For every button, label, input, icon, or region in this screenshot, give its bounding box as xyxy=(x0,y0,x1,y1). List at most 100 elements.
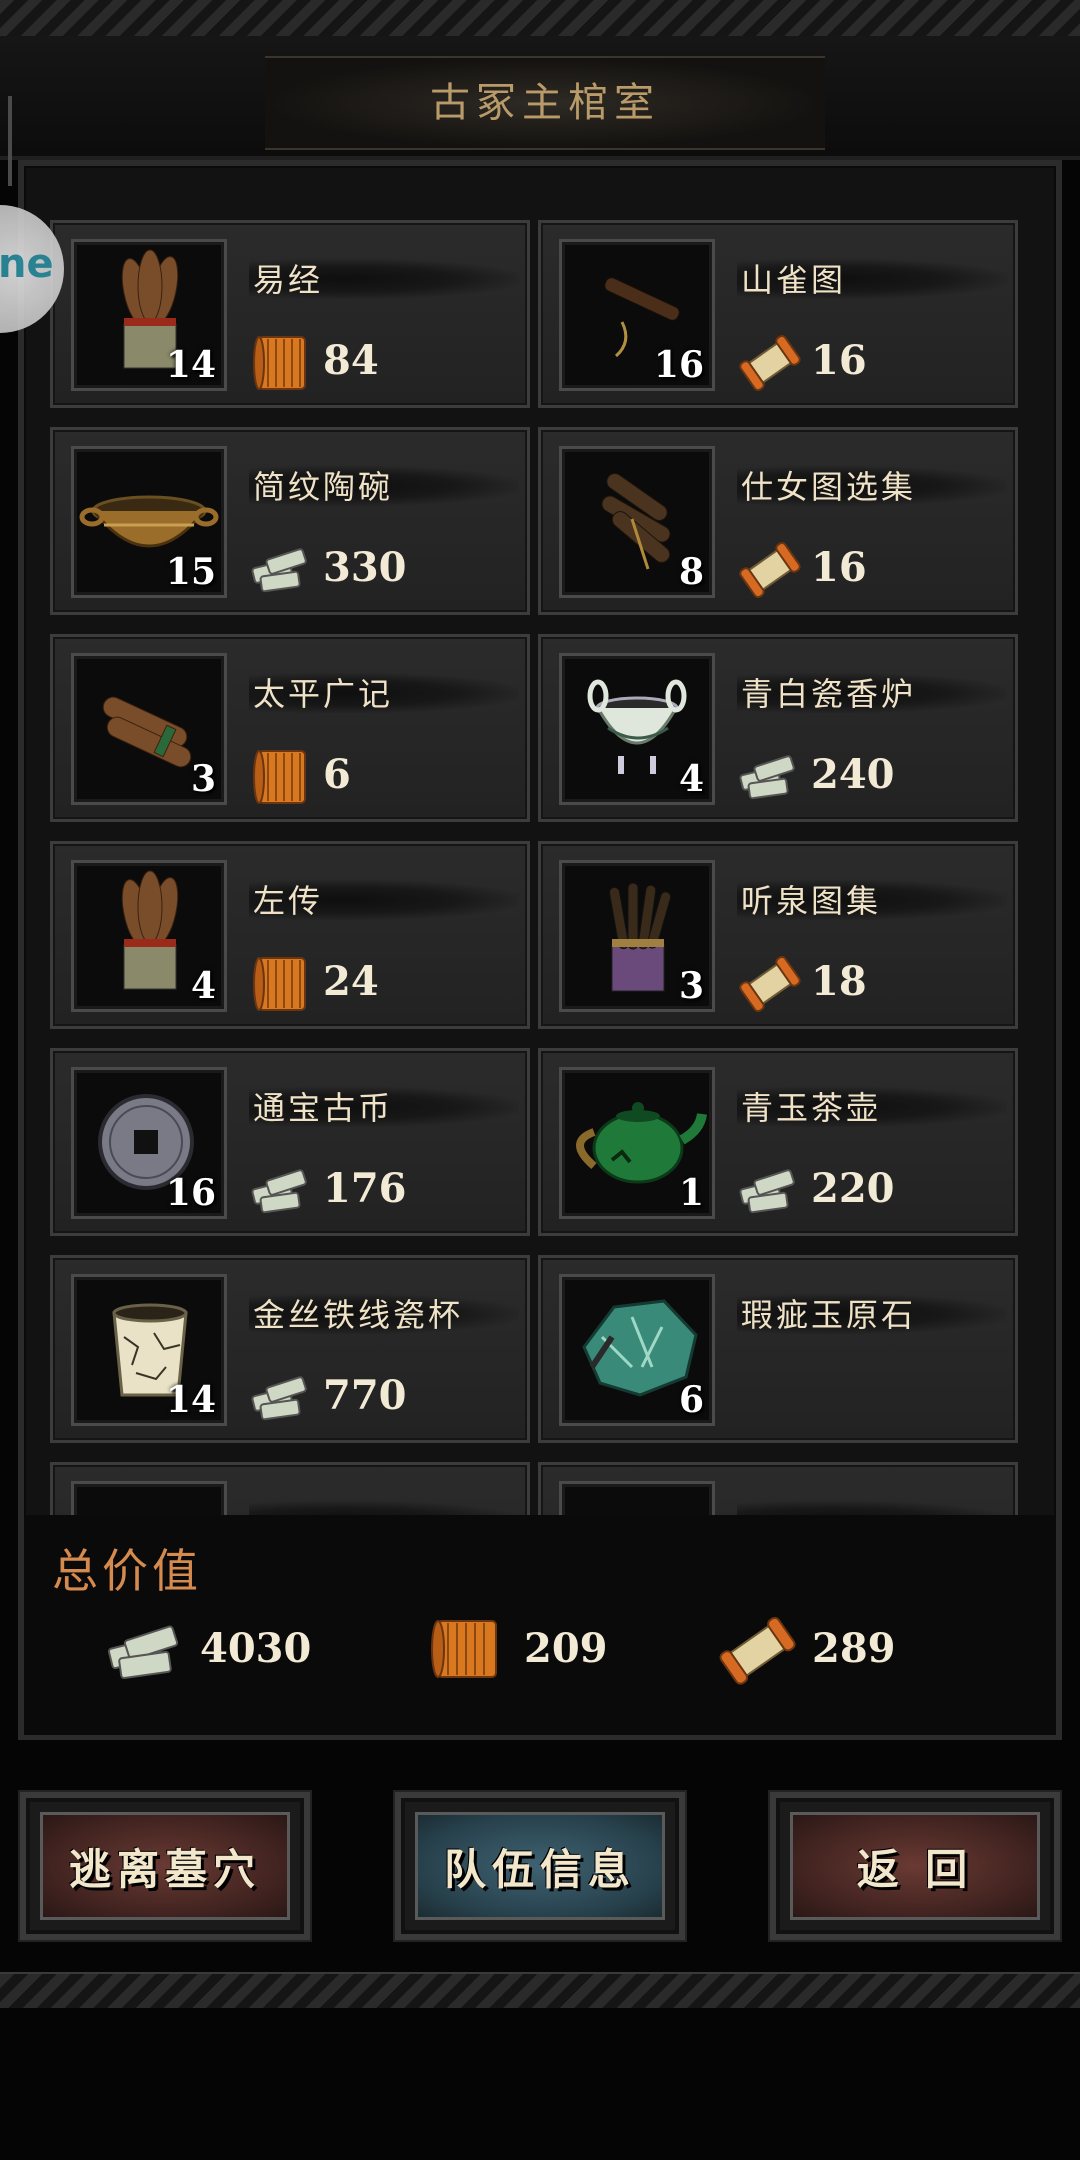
item-thumbnail: 14 xyxy=(71,1274,227,1426)
item-count: 4 xyxy=(190,965,216,1007)
item-card[interactable]: 14 金丝铁线瓷杯 770 xyxy=(50,1255,530,1443)
total-bamboo-value: 209 xyxy=(524,1625,608,1672)
item-name: 简纹陶碗 xyxy=(253,468,394,506)
bamboo-slip-icon xyxy=(249,954,315,1014)
back-button[interactable]: 返 回 xyxy=(770,1792,1060,1940)
item-name-area: 山雀图 xyxy=(737,253,1007,303)
item-thumbnail: 6 xyxy=(559,1274,715,1426)
item-card[interactable]: 3 太平广记 6 xyxy=(50,634,530,822)
paper-scroll-icon xyxy=(737,954,803,1014)
item-value-number: 24 xyxy=(323,958,379,1005)
item-count: 6 xyxy=(678,1379,704,1421)
paper-scroll-icon xyxy=(737,333,803,393)
item-card[interactable]: 16 山雀图 16 xyxy=(538,220,1018,408)
back-label: 返 回 xyxy=(790,1812,1040,1920)
bamboo-slip-icon xyxy=(249,747,315,807)
team-info-label: 队伍信息 xyxy=(415,1812,665,1920)
item-card[interactable]: 3 听泉图集 18 xyxy=(538,841,1018,1029)
item-thumbnail: 14 xyxy=(71,239,227,391)
item-thumbnail: 16 xyxy=(71,1067,227,1219)
item-count: 3 xyxy=(190,758,216,800)
item-card[interactable]: 1 青玉茶壶 220 xyxy=(538,1048,1018,1236)
bottom-decorative-border xyxy=(0,1972,1080,2008)
item-name: 青玉茶壶 xyxy=(741,1089,882,1127)
page-title: 古冢主棺室 xyxy=(265,56,825,150)
left-rail xyxy=(8,96,12,186)
silver-ingot-icon xyxy=(249,540,315,600)
silver-ingot-icon xyxy=(737,747,803,807)
team-info-button[interactable]: 队伍信息 xyxy=(395,1792,685,1940)
item-name-area: 瑕疵玉原石 xyxy=(737,1288,1007,1338)
item-name-area: 易经 xyxy=(249,253,519,303)
item-value-number: 16 xyxy=(811,337,867,384)
item-name-area: 简纹陶碗 xyxy=(249,460,519,510)
item-thumbnail: 3 xyxy=(71,653,227,805)
loot-grid[interactable]: 14 易经 84 16 山雀图 16 15 简纹陶碗 330 8 仕女图选集 16 3 太平广记 6 4 青白瓷… xyxy=(50,220,1020,1515)
item-thumbnail: 1 xyxy=(559,1067,715,1219)
silver-ingot-icon xyxy=(737,1161,803,1221)
item-name-area: 左传 xyxy=(249,874,519,924)
item-count: 16 xyxy=(165,1172,216,1214)
item-value-number: 84 xyxy=(323,337,379,384)
item-name: 金丝铁线瓷杯 xyxy=(253,1296,464,1334)
item-name-area: 青白瓷香炉 xyxy=(737,667,1007,717)
silver-ingot-icon xyxy=(249,1161,315,1221)
item-count: 14 xyxy=(165,344,216,386)
item-name-area xyxy=(737,1495,1007,1515)
item-name-area xyxy=(249,1495,519,1515)
item-card[interactable]: 4 青白瓷香炉 240 xyxy=(538,634,1018,822)
item-value-number: 330 xyxy=(323,544,407,591)
item-value-number: 770 xyxy=(323,1372,407,1419)
paper-scroll-icon xyxy=(719,1616,796,1685)
paper-scroll-icon xyxy=(737,540,803,600)
item-thumbnail: 16 xyxy=(559,239,715,391)
item-card[interactable]: 15 简纹陶碗 330 xyxy=(50,427,530,615)
item-name-area: 青玉茶壶 xyxy=(737,1081,1007,1131)
item-card[interactable]: 16 通宝古币 176 xyxy=(50,1048,530,1236)
item-card[interactable]: 4 左传 24 xyxy=(50,841,530,1029)
item-card[interactable] xyxy=(50,1462,530,1515)
ink-brush-decoration xyxy=(249,1501,519,1515)
top-decorative-border xyxy=(0,0,1080,38)
item-value-number: 176 xyxy=(323,1165,407,1212)
item-value-number: 220 xyxy=(811,1165,895,1212)
silver-ingot-icon xyxy=(249,1368,315,1428)
item-card[interactable]: 14 易经 84 xyxy=(50,220,530,408)
item-value-number: 240 xyxy=(811,751,895,798)
item-thumbnail: 15 xyxy=(71,446,227,598)
total-value-section: 总价值 4030 209 289 xyxy=(24,1515,1056,1735)
item-value-number: 18 xyxy=(811,958,867,1005)
item-name-area: 听泉图集 xyxy=(737,874,1007,924)
item-card[interactable]: 6 瑕疵玉原石 xyxy=(538,1255,1018,1443)
escape-tomb-button[interactable]: 逃离墓穴 xyxy=(20,1792,310,1940)
item-name: 通宝古币 xyxy=(253,1089,394,1127)
item-card[interactable]: 8 仕女图选集 16 xyxy=(538,427,1018,615)
item-count: 4 xyxy=(678,758,704,800)
bamboo-slip-icon xyxy=(431,1620,497,1678)
floating-badge-text: ne xyxy=(0,241,54,287)
total-paper-value: 289 xyxy=(812,1625,896,1672)
title-bar: 古冢主棺室 xyxy=(0,36,1080,186)
item-name: 仕女图选集 xyxy=(741,468,917,506)
item-name: 青白瓷香炉 xyxy=(741,675,917,713)
item-count: 16 xyxy=(653,344,704,386)
item-thumbnail: 4 xyxy=(559,653,715,805)
item-name: 瑕疵玉原石 xyxy=(741,1296,917,1334)
item-thumbnail: 3 xyxy=(559,860,715,1012)
item-count: 1 xyxy=(678,1172,704,1214)
item-name-area: 通宝古币 xyxy=(249,1081,519,1131)
item-count: 15 xyxy=(165,551,216,593)
item-name: 山雀图 xyxy=(741,261,847,299)
item-name-area: 仕女图选集 xyxy=(737,460,1007,510)
item-count: 8 xyxy=(678,551,704,593)
item-count: 3 xyxy=(678,965,704,1007)
ink-brush-decoration xyxy=(737,1501,1007,1515)
item-thumbnail xyxy=(71,1481,227,1515)
bottom-action-bar: 逃离墓穴 队伍信息 返 回 xyxy=(0,1756,1080,1976)
silver-ingot-icon xyxy=(107,1625,179,1679)
total-value-title: 总价值 xyxy=(52,1544,202,1598)
item-name-area: 太平广记 xyxy=(249,667,519,717)
item-thumbnail: 4 xyxy=(71,860,227,1012)
item-card[interactable] xyxy=(538,1462,1018,1515)
item-value-number: 6 xyxy=(323,751,351,798)
